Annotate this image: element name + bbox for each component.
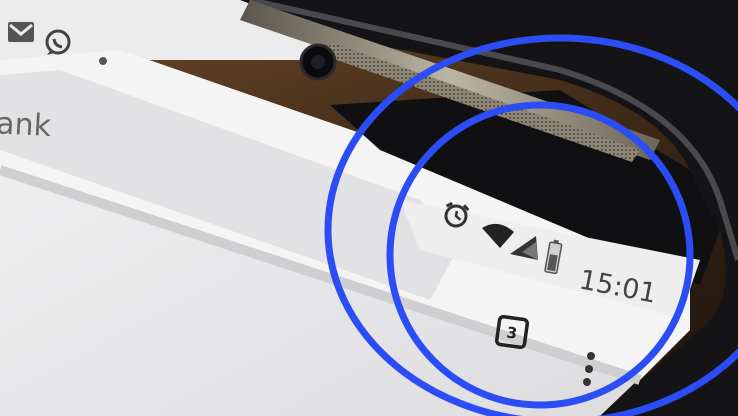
gmail-icon bbox=[8, 22, 34, 42]
front-camera-icon bbox=[299, 43, 337, 81]
phone-photo: ank 15:01 3 bbox=[0, 0, 738, 416]
address-bar-text: ank bbox=[0, 106, 53, 144]
notification-dot bbox=[99, 57, 107, 65]
photo-scene: ank 15:01 3 bbox=[0, 0, 738, 416]
